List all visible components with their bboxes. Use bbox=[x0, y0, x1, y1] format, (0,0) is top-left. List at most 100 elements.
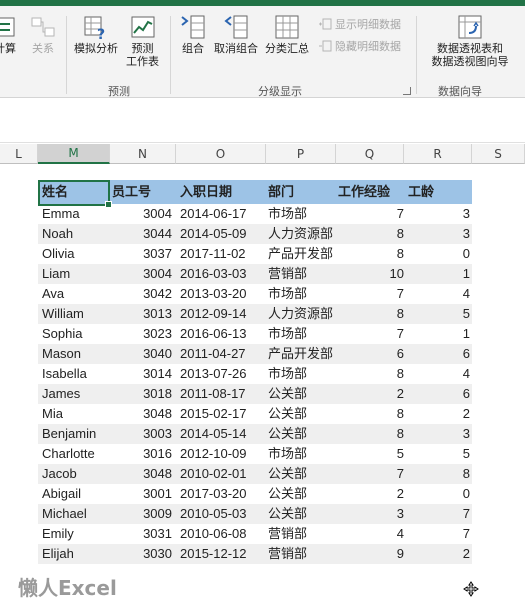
table-cell[interactable]: 2012-09-14 bbox=[180, 304, 268, 324]
table-cell[interactable]: 3003 bbox=[110, 424, 172, 444]
table-cell[interactable]: 2013-03-20 bbox=[180, 284, 268, 304]
table-cell[interactable]: 市场部 bbox=[268, 324, 338, 344]
table-cell[interactable]: 6 bbox=[338, 344, 404, 364]
column-header-q[interactable]: Q bbox=[336, 144, 404, 164]
table-cell[interactable]: 营销部 bbox=[268, 524, 338, 544]
table-cell[interactable]: William bbox=[42, 304, 110, 324]
forecast-sheet-button[interactable]: 预测 工作表 bbox=[126, 14, 159, 68]
table-cell[interactable]: 2011-04-27 bbox=[180, 344, 268, 364]
table-cell[interactable]: 2015-02-17 bbox=[180, 404, 268, 424]
table-cell[interactable]: 8 bbox=[338, 304, 404, 324]
table-cell[interactable]: 3048 bbox=[110, 464, 172, 484]
table-cell[interactable]: 2017-11-02 bbox=[180, 244, 268, 264]
table-cell[interactable]: 6 bbox=[404, 344, 470, 364]
header-department-cell[interactable]: 部门 bbox=[268, 180, 294, 204]
table-cell[interactable]: 5 bbox=[404, 304, 470, 324]
table-cell[interactable]: 4 bbox=[338, 524, 404, 544]
column-header-s[interactable]: S bbox=[472, 144, 525, 164]
table-cell[interactable]: 产品开发部 bbox=[268, 344, 338, 364]
table-cell[interactable]: 8 bbox=[338, 244, 404, 264]
table-cell[interactable]: 2010-05-03 bbox=[180, 504, 268, 524]
table-cell[interactable]: Isabella bbox=[42, 364, 110, 384]
table-cell[interactable]: James bbox=[42, 384, 110, 404]
table-cell[interactable]: Ava bbox=[42, 284, 110, 304]
table-cell[interactable]: 市场部 bbox=[268, 364, 338, 384]
table-cell[interactable]: 7 bbox=[338, 324, 404, 344]
table-cell[interactable]: 6 bbox=[404, 384, 470, 404]
table-cell[interactable]: 7 bbox=[338, 204, 404, 224]
column-header-m[interactable]: M bbox=[38, 144, 110, 164]
table-cell[interactable]: 公关部 bbox=[268, 484, 338, 504]
show-detail-button[interactable]: 显示明细数据 bbox=[318, 16, 401, 32]
table-cell[interactable]: Michael bbox=[42, 504, 110, 524]
table-cell[interactable]: 3042 bbox=[110, 284, 172, 304]
ungroup-button[interactable]: 取消组合 bbox=[214, 14, 258, 55]
header-hire-date-cell[interactable]: 入职日期 bbox=[180, 180, 232, 204]
table-cell[interactable]: 7 bbox=[338, 464, 404, 484]
table-cell[interactable]: 2013-07-26 bbox=[180, 364, 268, 384]
table-cell[interactable]: 5 bbox=[338, 444, 404, 464]
table-cell[interactable]: 4 bbox=[404, 364, 470, 384]
table-cell[interactable]: 产品开发部 bbox=[268, 244, 338, 264]
table-cell[interactable]: 2015-12-12 bbox=[180, 544, 268, 564]
table-cell[interactable]: Olivia bbox=[42, 244, 110, 264]
table-cell[interactable]: 市场部 bbox=[268, 284, 338, 304]
table-cell[interactable]: 8 bbox=[338, 404, 404, 424]
table-cell[interactable]: 2010-06-08 bbox=[180, 524, 268, 544]
table-cell[interactable]: 3023 bbox=[110, 324, 172, 344]
table-cell[interactable]: 1 bbox=[404, 264, 470, 284]
table-cell[interactable]: Sophia bbox=[42, 324, 110, 344]
table-cell[interactable]: 3031 bbox=[110, 524, 172, 544]
table-cell[interactable]: 2 bbox=[404, 544, 470, 564]
table-cell[interactable]: 市场部 bbox=[268, 444, 338, 464]
table-cell[interactable]: 3037 bbox=[110, 244, 172, 264]
table-cell[interactable]: 3044 bbox=[110, 224, 172, 244]
table-cell[interactable]: Elijah bbox=[42, 544, 110, 564]
header-employee-id-cell[interactable]: 员工号 bbox=[112, 180, 151, 204]
table-cell[interactable]: 3018 bbox=[110, 384, 172, 404]
table-cell[interactable]: 人力资源部 bbox=[268, 304, 338, 324]
table-cell[interactable]: 公关部 bbox=[268, 404, 338, 424]
table-cell[interactable]: 2 bbox=[404, 404, 470, 424]
table-cell[interactable]: 3009 bbox=[110, 504, 172, 524]
table-cell[interactable]: Charlotte bbox=[42, 444, 110, 464]
hide-detail-button[interactable]: 隐藏明细数据 bbox=[318, 38, 401, 54]
table-cell[interactable]: Abigail bbox=[42, 484, 110, 504]
table-cell[interactable]: 5 bbox=[404, 444, 470, 464]
table-cell[interactable]: 2016-03-03 bbox=[180, 264, 268, 284]
table-cell[interactable]: 公关部 bbox=[268, 384, 338, 404]
table-cell[interactable]: 2017-03-20 bbox=[180, 484, 268, 504]
table-cell[interactable]: Mia bbox=[42, 404, 110, 424]
table-cell[interactable]: 3014 bbox=[110, 364, 172, 384]
outline-dialog-launcher-icon[interactable] bbox=[403, 87, 411, 95]
table-cell[interactable]: Mason bbox=[42, 344, 110, 364]
table-cell[interactable]: 3048 bbox=[110, 404, 172, 424]
table-cell[interactable]: Emily bbox=[42, 524, 110, 544]
table-cell[interactable]: 7 bbox=[404, 524, 470, 544]
header-experience-cell[interactable]: 工作经验 bbox=[338, 180, 390, 204]
table-cell[interactable]: 人力资源部 bbox=[268, 224, 338, 244]
table-cell[interactable]: 0 bbox=[404, 484, 470, 504]
table-cell[interactable]: Liam bbox=[42, 264, 110, 284]
table-cell[interactable]: 3013 bbox=[110, 304, 172, 324]
table-cell[interactable]: 7 bbox=[404, 504, 470, 524]
table-cell[interactable]: 2016-06-13 bbox=[180, 324, 268, 344]
table-cell[interactable]: 0 bbox=[404, 244, 470, 264]
table-cell[interactable]: 9 bbox=[338, 544, 404, 564]
table-cell[interactable]: 7 bbox=[338, 284, 404, 304]
what-if-analysis-button[interactable]: ? 模拟分析 bbox=[74, 14, 118, 55]
table-cell[interactable]: 3 bbox=[404, 224, 470, 244]
relationships-button[interactable]: 关系 bbox=[30, 14, 56, 55]
column-header-l[interactable]: L bbox=[0, 144, 38, 164]
table-cell[interactable]: 2012-10-09 bbox=[180, 444, 268, 464]
table-cell[interactable]: 3001 bbox=[110, 484, 172, 504]
table-cell[interactable]: 公关部 bbox=[268, 504, 338, 524]
table-cell[interactable]: 3 bbox=[338, 504, 404, 524]
table-cell[interactable]: 1 bbox=[404, 324, 470, 344]
header-tenure-cell[interactable]: 工龄 bbox=[408, 180, 434, 204]
table-cell[interactable]: 3 bbox=[404, 424, 470, 444]
pivot-wizard-button[interactable]: 数据透视表和 数据透视图向导 bbox=[420, 14, 520, 68]
table-cell[interactable]: 2011-08-17 bbox=[180, 384, 268, 404]
table-cell[interactable]: 8 bbox=[338, 364, 404, 384]
table-cell[interactable]: 营销部 bbox=[268, 544, 338, 564]
